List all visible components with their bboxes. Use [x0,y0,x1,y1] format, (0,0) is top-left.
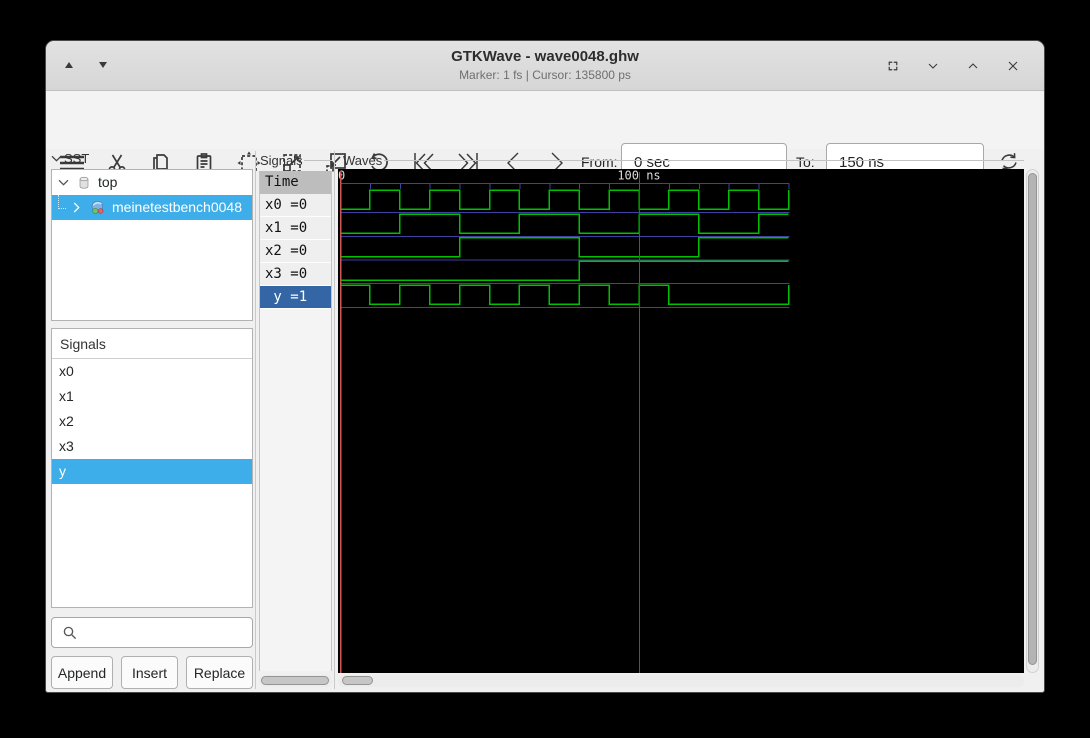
fullscreen-button[interactable] [880,53,906,79]
signal-list-item-y[interactable]: y [52,459,252,484]
tree-item-label: meinetestbench0048 [112,199,242,215]
frame-rule [384,160,1024,161]
close-button[interactable] [1000,53,1026,79]
wave-canvas[interactable]: 0 100 ns [338,169,1024,673]
tree-item-meinetestbench0048[interactable]: meinetestbench0048 [52,195,252,220]
fullscreen-icon [888,61,898,71]
time-header[interactable]: Time [260,171,331,194]
chevron-down-icon [51,151,62,166]
wave-canvas-svg: 0 100 ns [338,169,790,673]
sst-section-header[interactable]: SST [51,151,89,166]
from-label: From: [581,154,618,170]
search-icon [61,624,79,647]
sst-tree-panel: top meinetestbench0048 [51,169,253,321]
chevron-down-icon [928,63,938,69]
wave-name-value-row-x0[interactable]: x0 =0 [260,194,331,217]
signals-list-header: Signals [52,329,252,359]
waves-frame-label: Waves [343,153,383,168]
database-cylinder-icon [76,174,94,192]
wave-name-value-row-x3[interactable]: x3 =0 [260,263,331,286]
waves-vscrollbar-thumb[interactable] [1028,173,1037,665]
expander-down-icon[interactable] [58,178,72,187]
values-hscrollbar[interactable] [259,675,332,687]
signal-list-item-x0[interactable]: x0 [52,359,252,384]
minimize-button[interactable] [920,53,946,79]
tree-item-label: top [98,174,118,190]
append-button[interactable]: Append [51,656,113,689]
close-icon [1008,61,1018,71]
sst-label: SST [64,151,90,166]
values-hscrollbar-thumb[interactable] [261,676,329,685]
tree-dotted-line [58,195,66,209]
signal-list-item-x3[interactable]: x3 [52,434,252,459]
svg-text:0: 0 [338,169,345,183]
signals-list-panel: Signals x0 x1 x2 x3 y [51,328,253,608]
replace-button[interactable]: Replace [186,656,253,689]
splitter-right[interactable] [334,151,335,689]
gtkwave-window: GTKWave - wave0048.ghw Marker: 1 fs | Cu… [45,40,1045,693]
wave-name-value-row-x1[interactable]: x1 =0 [260,217,331,240]
chevron-up-icon [968,63,978,69]
splitter-left[interactable] [255,151,256,689]
signals-list: x0 x1 x2 x3 y [52,359,252,484]
module-sphere-icon [90,199,108,217]
signal-search-input[interactable] [51,617,253,648]
wave-signals-frame-label: Signals [260,153,303,168]
expander-right-icon[interactable] [72,202,86,213]
wave-name-value-row-y[interactable]: y =1 [260,286,331,309]
waves-hscrollbar-thumb[interactable] [342,676,373,685]
frame-rule [304,160,332,161]
wave-name-value-rows: x0 =0 x1 =0 x2 =0 x3 =0 y =1 [260,194,331,309]
maximize-button[interactable] [960,53,986,79]
toolbar: From: To: [46,91,1044,181]
waves-vscrollbar[interactable] [1026,169,1039,673]
to-label: To: [796,154,815,170]
signal-list-item-x2[interactable]: x2 [52,409,252,434]
signal-list-item-x1[interactable]: x1 [52,384,252,409]
wave-values-panel: Time x0 =0 x1 =0 x2 =0 x3 =0 y =1 [259,171,332,671]
titlebar[interactable]: GTKWave - wave0048.ghw Marker: 1 fs | Cu… [46,41,1044,91]
wave-name-value-row-x2[interactable]: x2 =0 [260,240,331,263]
tree-item-top[interactable]: top [52,170,252,195]
insert-button[interactable]: Insert [121,656,178,689]
waves-hscrollbar[interactable] [338,675,1024,687]
